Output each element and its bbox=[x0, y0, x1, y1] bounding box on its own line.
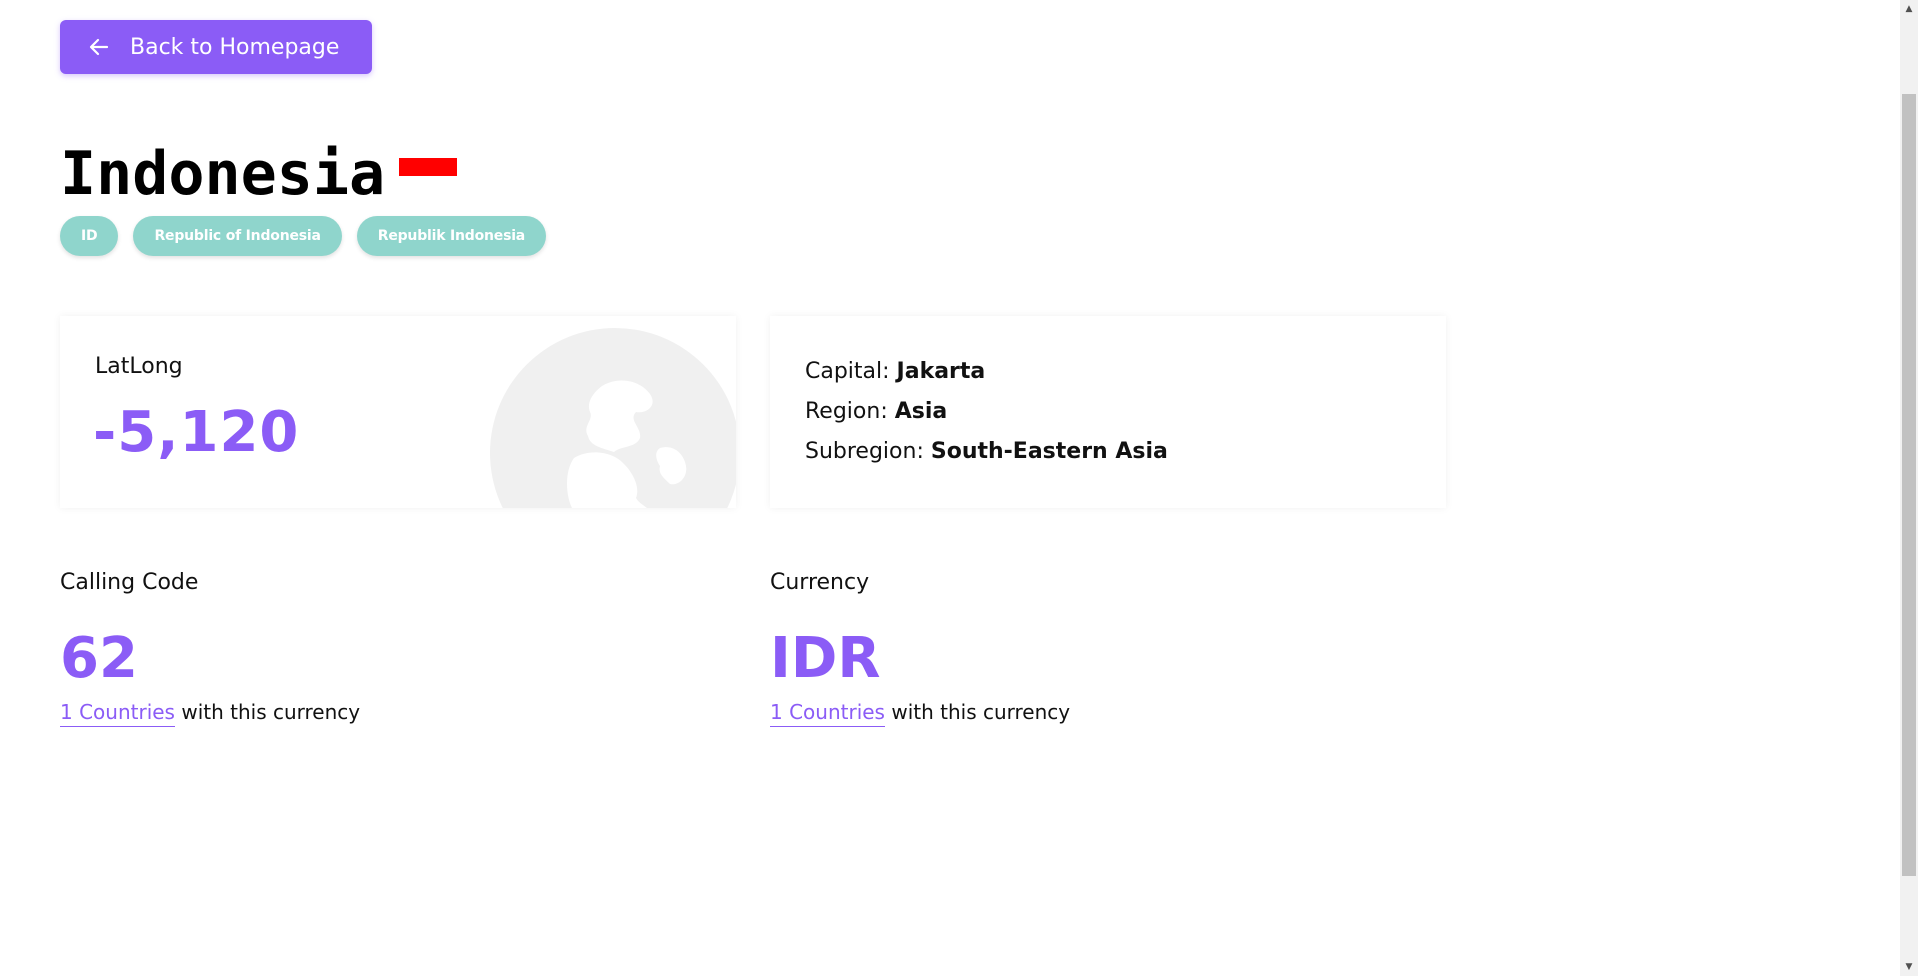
scroll-down-icon[interactable]: ▼ bbox=[1900, 958, 1918, 976]
region-label: Region: bbox=[805, 399, 895, 424]
currency-value: IDR bbox=[770, 626, 881, 691]
country-flag bbox=[399, 158, 458, 194]
scrollbar-thumb[interactable] bbox=[1902, 94, 1916, 876]
subregion-row: Subregion: South-Eastern Asia bbox=[805, 432, 1168, 472]
back-button-label: Back to Homepage bbox=[130, 34, 340, 60]
capital-label: Capital: bbox=[805, 359, 897, 384]
subregion-label: Subregion: bbox=[805, 439, 931, 464]
currency-note-text: with this currency bbox=[884, 700, 1071, 724]
currency-section: Currency IDR 1 Countries with this curre… bbox=[770, 570, 1071, 727]
flag-red-band bbox=[399, 158, 458, 176]
location-info-list: Capital: Jakarta Region: Asia Subregion:… bbox=[805, 352, 1168, 472]
currency-countries-link[interactable]: 1 Countries bbox=[770, 700, 885, 727]
arrow-left-icon bbox=[86, 34, 112, 60]
tag-code: ID bbox=[60, 216, 119, 256]
back-to-homepage-button[interactable]: Back to Homepage bbox=[60, 20, 372, 74]
vertical-scrollbar[interactable]: ▲ ▼ bbox=[1900, 0, 1918, 976]
calling-code-label: Calling Code bbox=[60, 570, 199, 595]
calling-code-note: 1 Countries with this currency bbox=[60, 700, 361, 727]
currency-note: 1 Countries with this currency bbox=[770, 700, 1071, 727]
calling-code-section: Calling Code 62 1 Countries with this cu… bbox=[60, 570, 361, 727]
calling-code-value: 62 bbox=[60, 626, 138, 691]
tag-native-name: Republik Indonesia bbox=[356, 216, 547, 256]
flag-white-band bbox=[399, 176, 458, 194]
capital-row: Capital: Jakarta bbox=[805, 352, 1168, 392]
region-value: Asia bbox=[894, 399, 948, 424]
country-detail-page: Back to Homepage Indonesia ID Republic o… bbox=[0, 0, 1900, 976]
latlong-label: LatLong bbox=[95, 354, 183, 379]
calling-code-countries-link[interactable]: 1 Countries bbox=[60, 700, 175, 727]
country-name: Indonesia bbox=[60, 139, 386, 209]
region-row: Region: Asia bbox=[805, 392, 1168, 432]
calling-code-note-text: with this currency bbox=[174, 700, 361, 724]
latlong-value: -5,120 bbox=[93, 400, 300, 465]
globe-icon bbox=[490, 328, 736, 508]
subregion-value: South-Eastern Asia bbox=[930, 439, 1168, 464]
location-info-card: Capital: Jakarta Region: Asia Subregion:… bbox=[770, 316, 1446, 508]
tag-official-name: Republic of Indonesia bbox=[133, 216, 342, 256]
country-header: Indonesia bbox=[60, 136, 458, 212]
latlong-card: LatLong -5,120 bbox=[60, 316, 736, 508]
capital-value: Jakarta bbox=[896, 359, 986, 384]
scroll-up-icon[interactable]: ▲ bbox=[1900, 0, 1918, 18]
country-tags: ID Republic of Indonesia Republik Indone… bbox=[60, 216, 547, 256]
currency-label: Currency bbox=[770, 570, 870, 595]
